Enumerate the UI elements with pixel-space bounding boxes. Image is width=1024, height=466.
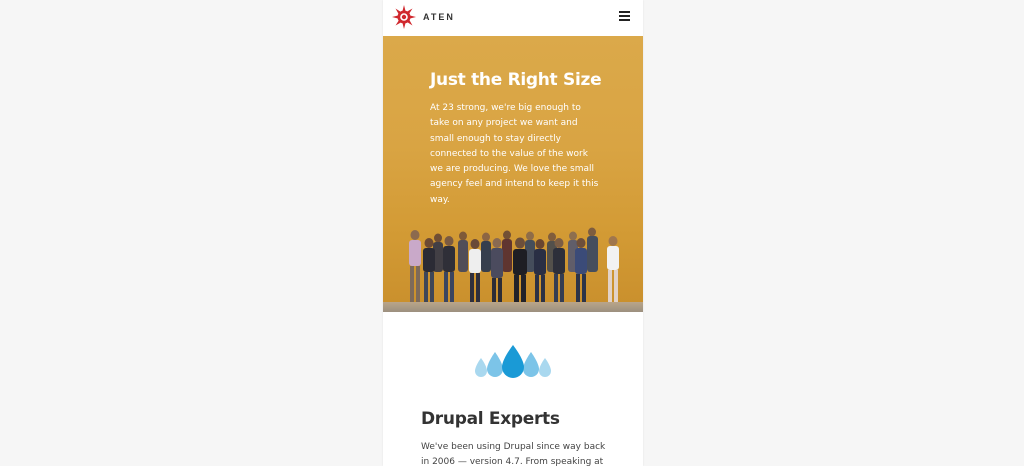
drupal-experts-title: Drupal Experts bbox=[421, 409, 560, 429]
photo-ground bbox=[383, 302, 643, 312]
site-header: ATEN bbox=[383, 0, 643, 36]
drupal-drops-icon bbox=[475, 345, 551, 378]
menu-bar bbox=[619, 19, 630, 21]
aten-logo-icon[interactable] bbox=[392, 5, 416, 29]
team-photo bbox=[409, 227, 619, 304]
drupal-experts-body: We've been using Drupal since way back i… bbox=[421, 442, 606, 466]
hero-title: Just the Right Size bbox=[430, 70, 602, 90]
menu-bar bbox=[619, 15, 630, 17]
logo-text[interactable]: ATEN bbox=[423, 12, 455, 22]
menu-bar bbox=[619, 11, 630, 13]
hero-section: Just the Right Size At 23 strong, we're … bbox=[383, 36, 643, 312]
hamburger-menu-icon[interactable] bbox=[619, 11, 630, 23]
hero-body: At 23 strong, we're big enough to take o… bbox=[430, 103, 599, 205]
mobile-viewport: ATEN Just the Right Size At 23 strong, w… bbox=[383, 0, 643, 466]
